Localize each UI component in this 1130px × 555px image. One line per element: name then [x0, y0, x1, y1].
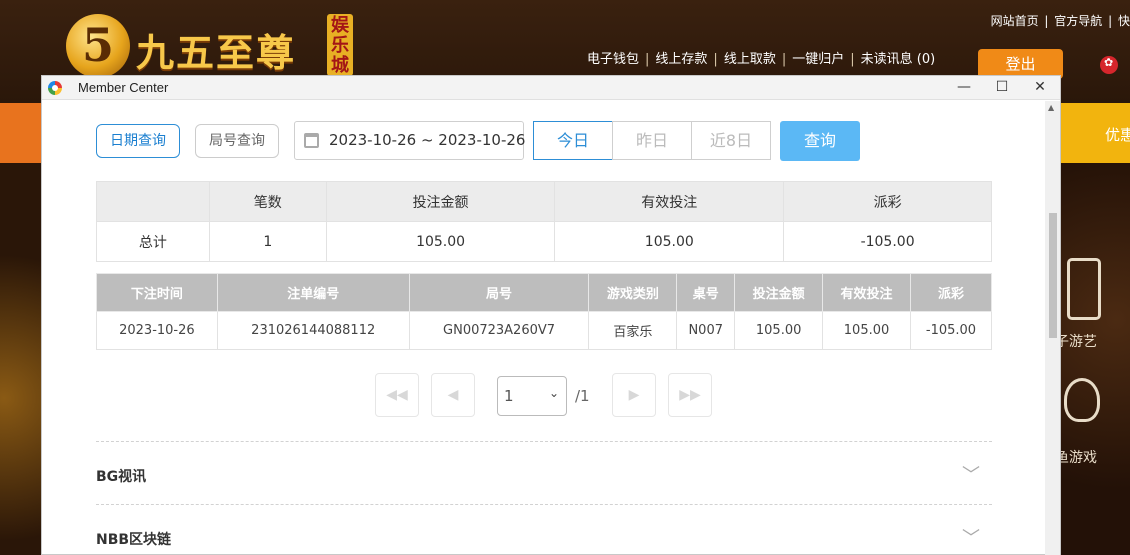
detail-header-game-type: 游戏类别	[588, 273, 678, 312]
detail-header-valid-bet: 有效投注	[822, 273, 911, 312]
scrollbar-thumb[interactable]	[1049, 213, 1057, 338]
nav-link-withdraw[interactable]: 线上取款	[724, 52, 776, 67]
summary-count: 1	[208, 221, 327, 262]
vertical-scrollbar[interactable]: ▲	[1045, 101, 1060, 555]
summary-total-label: 总计	[96, 221, 210, 262]
summary-header-payout: 派彩	[783, 181, 992, 222]
slot-machine-icon[interactable]	[1067, 258, 1101, 320]
date-range-value: 2023-10-26 ~ 2023-10-26	[329, 131, 526, 149]
scroll-up-icon[interactable]: ▲	[1048, 103, 1054, 112]
valid-bet-cell: 105.00	[822, 311, 911, 350]
promo-label[interactable]: 优惠	[1105, 124, 1130, 145]
detail-header-bet-time: 下注时间	[96, 273, 218, 312]
divider	[96, 504, 992, 505]
side-label-slots[interactable]: 子游艺	[1055, 331, 1097, 351]
fishing-game-icon[interactable]	[1064, 378, 1100, 422]
nav-link-consolidate[interactable]: 一键归户	[792, 52, 844, 67]
side-game-menu	[1061, 163, 1130, 555]
table-row: 2023-10-26 231026144088112 GN00723A260V7…	[96, 311, 993, 350]
page-select[interactable]: 1 ⌄	[497, 376, 567, 416]
payout-cell: -105.00	[909, 311, 993, 350]
detail-header-round-no: 局号	[408, 273, 590, 312]
site-logo-badge: 娱乐城	[327, 14, 353, 76]
close-button[interactable]: ✕	[1021, 76, 1059, 100]
detail-header-table-no: 桌号	[676, 273, 736, 312]
window-title: Member Center	[78, 80, 169, 95]
detail-header-row: 下注时间 注单编号 局号 游戏类别 桌号 投注金额 有效投注 派彩	[96, 273, 993, 312]
summary-bet-amount: 105.00	[325, 221, 556, 262]
page-total: /1	[575, 387, 590, 405]
site-logo-title[interactable]: 九五至尊	[136, 22, 296, 77]
hong-kong-flag-icon[interactable]	[1100, 56, 1118, 74]
accordion-nbb-blockchain-title[interactable]: NBB区块链	[96, 529, 171, 549]
background-decoration	[0, 163, 41, 555]
summary-header-blank	[96, 181, 210, 222]
summary-header-row: 笔数 投注金额 有效投注 派彩	[96, 181, 992, 222]
bet-amount-cell: 105.00	[734, 311, 824, 350]
divider	[96, 441, 992, 442]
bet-detail-table: 下注时间 注单编号 局号 游戏类别 桌号 投注金额 有效投注 派彩 2023-1…	[96, 273, 993, 350]
nav-link-messages[interactable]: 未读讯息 (0)	[861, 52, 936, 67]
member-center-window: Member Center — ☐ ✕ 日期查询 局号查询 2023-10-26…	[41, 75, 1061, 555]
next-page-button[interactable]: ▶	[612, 373, 656, 417]
summary-valid-bet: 105.00	[554, 221, 785, 262]
site-logo-icon[interactable]: 5	[66, 14, 130, 78]
detail-header-bet-amount: 投注金额	[734, 273, 824, 312]
top-link-fast[interactable]: 快	[1118, 14, 1130, 28]
chevron-down-icon: ⌄	[548, 386, 559, 400]
table-no-cell: N007	[676, 311, 736, 350]
date-range-input[interactable]: 2023-10-26 ~ 2023-10-26	[294, 121, 526, 160]
logo-number: 5	[81, 18, 114, 72]
nav-link-wallet[interactable]: 电子钱包	[587, 52, 639, 67]
first-page-button[interactable]: ◀◀	[375, 373, 419, 417]
minimize-button[interactable]: —	[945, 76, 983, 100]
detail-header-payout: 派彩	[909, 273, 993, 312]
summary-total-row: 总计 1 105.00 105.00 -105.00	[96, 221, 992, 262]
detail-header-order-no: 注单编号	[216, 273, 410, 312]
maximize-button[interactable]: ☐	[983, 76, 1021, 100]
summary-header-bet-amount: 投注金额	[325, 181, 556, 222]
bet-time-cell: 2023-10-26	[96, 311, 218, 350]
window-content: 日期查询 局号查询 2023-10-26 ~ 2023-10-26 今日 昨日 …	[42, 101, 1045, 555]
summary-payout: -105.00	[783, 221, 992, 262]
top-link-home[interactable]: 网站首页	[991, 14, 1039, 28]
date-query-tab[interactable]: 日期查询	[96, 124, 180, 158]
game-type-cell: 百家乐	[588, 311, 678, 350]
account-nav: 电子钱包 | 线上存款 | 线上取款 | 一键归户 | 未读讯息 (0)	[587, 52, 936, 67]
yesterday-button[interactable]: 昨日	[612, 121, 692, 160]
top-links: 网站首页 | 官方导航 | 快	[990, 14, 1130, 28]
nav-link-deposit[interactable]: 线上存款	[655, 52, 707, 67]
side-label-fishing[interactable]: 鱼游戏	[1055, 447, 1097, 467]
round-query-tab[interactable]: 局号查询	[195, 124, 279, 158]
summary-header-count: 笔数	[208, 181, 327, 222]
chevron-down-icon[interactable]: ﹀	[962, 524, 980, 550]
browser-app-icon	[48, 81, 62, 95]
top-link-official-nav[interactable]: 官方导航	[1054, 14, 1102, 28]
search-button[interactable]: 查询	[780, 121, 860, 161]
page-select-value: 1	[504, 387, 514, 405]
summary-table: 笔数 投注金额 有效投注 派彩 总计 1 105.00 105.00 -105.…	[96, 181, 992, 262]
calendar-icon	[304, 133, 319, 148]
window-titlebar[interactable]: Member Center — ☐ ✕	[42, 76, 1060, 100]
round-no-cell: GN00723A260V7	[408, 311, 590, 350]
last-8-days-button[interactable]: 近8日	[691, 121, 771, 160]
summary-header-valid-bet: 有效投注	[554, 181, 785, 222]
chevron-down-icon[interactable]: ﹀	[962, 461, 980, 487]
order-no-cell: 231026144088112	[216, 311, 410, 350]
today-button[interactable]: 今日	[533, 121, 613, 160]
last-page-button[interactable]: ▶▶	[668, 373, 712, 417]
prev-page-button[interactable]: ◀	[431, 373, 475, 417]
accordion-bg-video-title[interactable]: BG视讯	[96, 466, 146, 486]
